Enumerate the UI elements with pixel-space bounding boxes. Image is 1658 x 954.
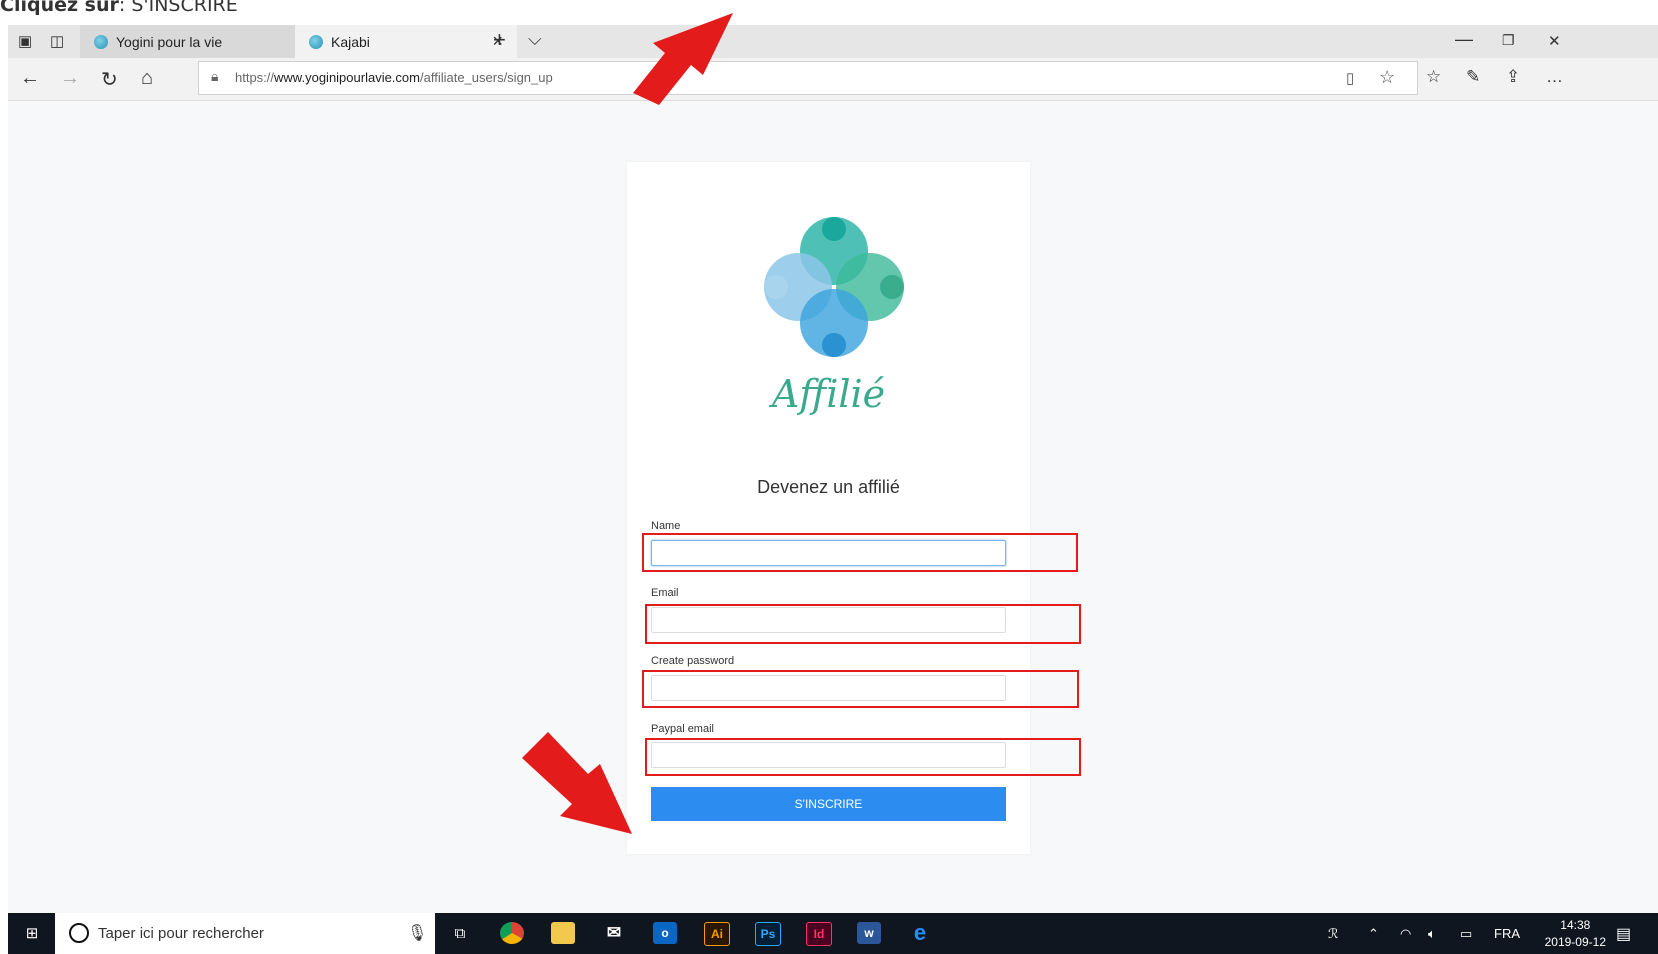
edge-icon[interactable]: e (908, 920, 932, 945)
file-explorer-icon[interactable] (551, 922, 575, 944)
tab-kajabi[interactable]: Kajabi × (295, 25, 517, 58)
indesign-icon[interactable]: Id (806, 922, 832, 946)
photoshop-icon[interactable]: Ps (755, 922, 781, 946)
favorite-star-icon[interactable]: ☆ (1379, 67, 1395, 88)
highlight-box-paypal (645, 738, 1081, 776)
close-window-icon[interactable]: ✕ (1548, 32, 1561, 50)
minimize-icon[interactable]: — (1455, 29, 1473, 50)
pen-icon[interactable]: ✎ (1466, 67, 1480, 87)
system-clock[interactable]: 14:38 2019-09-12 (1545, 917, 1606, 951)
highlight-box-email (645, 604, 1081, 644)
outlook-icon[interactable]: o (653, 922, 677, 944)
mail-icon[interactable]: ✉ (602, 922, 626, 944)
red-arrow-icon (633, 13, 733, 105)
word-icon[interactable]: w (857, 922, 881, 944)
windows-start-icon[interactable]: ⊞ (22, 921, 42, 945)
tab-menu-chevron-icon[interactable]: ⌵ (528, 29, 542, 50)
search-placeholder: Taper ici pour rechercher (98, 925, 264, 942)
home-icon[interactable]: ⌂ (141, 67, 153, 90)
new-tab-icon[interactable]: + (493, 27, 506, 53)
more-icon[interactable]: … (1546, 67, 1563, 87)
highlight-box-password (642, 670, 1079, 708)
browser-nav-bar: ← → ↻ ⌂ 🔒︎ https://www.yoginipourlavie.c… (8, 58, 1658, 101)
tab-label: Yogini pour la vie (116, 33, 223, 50)
chrome-icon[interactable] (500, 922, 524, 944)
paypal-email-label: Paypal email (651, 723, 714, 735)
instruction-caption: Cliquez sur: S'INSCRIRE (0, 0, 238, 20)
tray-expand-chevron-icon[interactable]: ⌃ (1368, 926, 1379, 942)
site-favicon-icon (309, 34, 323, 49)
address-bar[interactable]: 🔒︎ https://www.yoginipourlavie.com/affil… (198, 61, 1418, 95)
battery-icon[interactable]: ▭ (1460, 926, 1472, 942)
notifications-icon[interactable]: ▤ (1616, 924, 1631, 944)
windows-taskbar: ⊞ Taper ici pour rechercher 🎙︎ ⧉ ✉ o Ai … (8, 913, 1658, 954)
browser-tab-bar: ▣ ◫ Yogini pour la vie Kajabi × + ⌵ — ❐ … (8, 25, 1658, 58)
refresh-icon[interactable]: ↻ (101, 67, 118, 92)
page-title: Devenez un affilié (757, 477, 900, 497)
microphone-icon[interactable]: 🎙︎ (407, 923, 427, 943)
illustrator-icon[interactable]: Ai (704, 922, 730, 946)
reading-view-icon[interactable]: ▯ (1346, 69, 1354, 87)
brand-wordmark: Affilié (771, 372, 886, 416)
back-icon[interactable]: ← (20, 67, 40, 90)
clock-time: 14:38 (1560, 918, 1591, 932)
task-view-icon[interactable]: ⧉ (448, 921, 472, 945)
affiliate-logo-icon (764, 217, 904, 357)
clock-date: 2019-09-12 (1544, 935, 1606, 949)
site-favicon-icon (94, 34, 108, 49)
tab-yogini[interactable]: Yogini pour la vie (80, 25, 295, 58)
taskbar-search[interactable]: Taper ici pour rechercher 🎙︎ (55, 913, 435, 954)
language-indicator[interactable]: FRA (1494, 926, 1520, 941)
lock-icon: 🔒︎ (211, 68, 219, 84)
people-icon[interactable]: ℛ (1328, 926, 1338, 942)
restore-icon[interactable]: ❐ (1502, 32, 1515, 49)
forward-icon[interactable]: → (60, 67, 80, 90)
favorites-list-icon[interactable]: ☆ (1426, 67, 1441, 87)
highlight-box-name (642, 533, 1078, 572)
name-label: Name (651, 520, 681, 532)
tab-preview-icon[interactable]: ◫ (50, 32, 64, 50)
email-label: Email (651, 587, 679, 599)
volume-icon[interactable]: 🔈︎ (1428, 926, 1436, 942)
tab-label: Kajabi (331, 33, 370, 50)
instruction-prefix: Cliquez sur (0, 0, 119, 16)
instruction-target: : S'INSCRIRE (118, 0, 238, 16)
cortana-icon (69, 923, 89, 943)
tabs-aside-icon[interactable]: ▣ (18, 32, 32, 50)
red-arrow-icon (522, 732, 632, 834)
signup-button[interactable]: S'INSCRIRE (651, 787, 1006, 821)
wifi-icon[interactable]: ◠ (1400, 926, 1411, 942)
url-text: https://www.yoginipourlavie.com/affiliat… (235, 70, 553, 85)
password-label: Create password (651, 655, 735, 667)
share-icon[interactable]: ⇪ (1506, 67, 1520, 87)
